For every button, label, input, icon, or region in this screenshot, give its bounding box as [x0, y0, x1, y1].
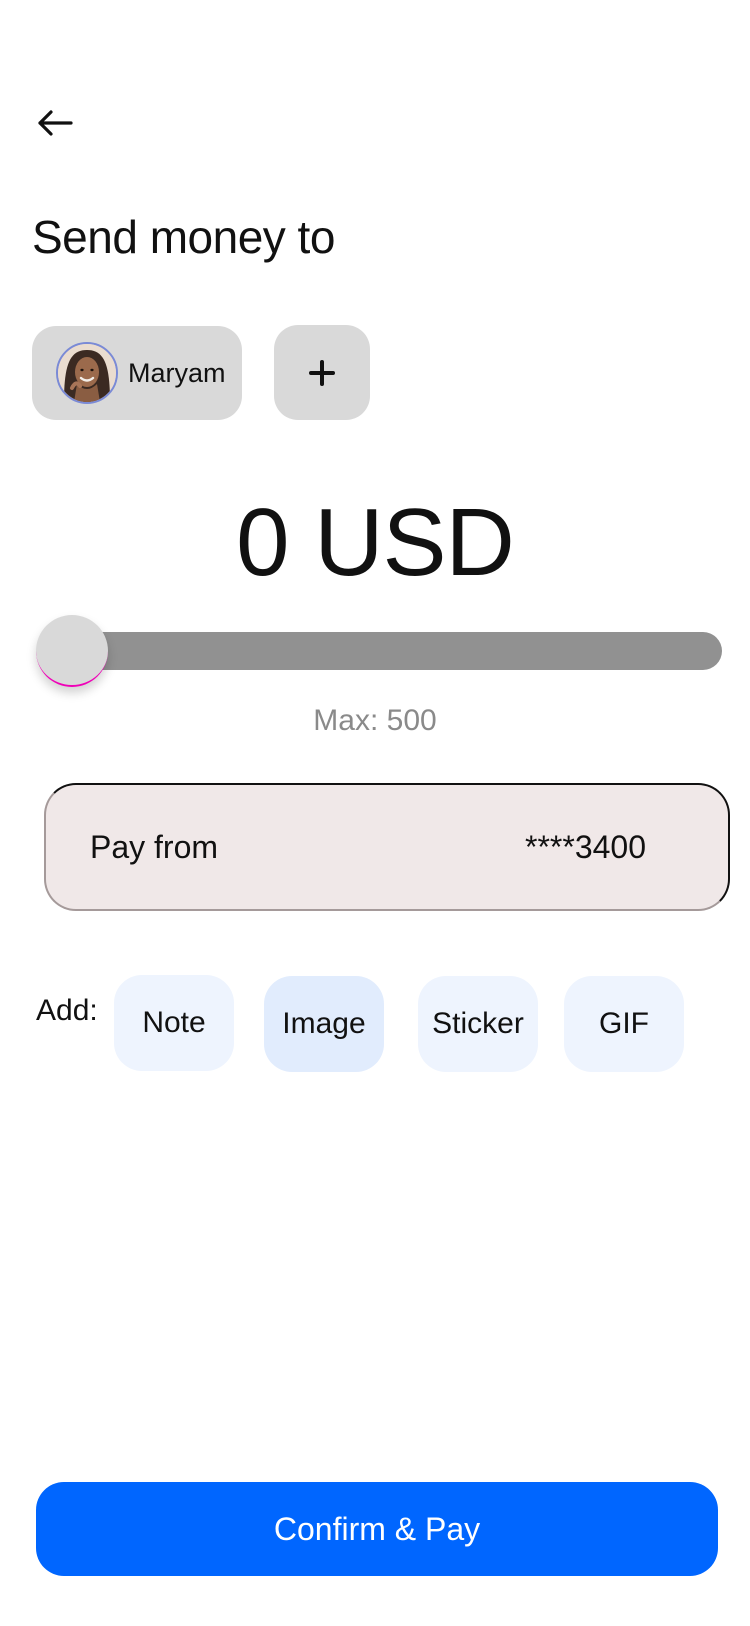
add-sticker-button[interactable]: Sticker	[418, 976, 538, 1072]
add-recipient-button[interactable]	[274, 325, 370, 420]
add-gif-button[interactable]: GIF	[564, 976, 684, 1072]
add-image-label: Image	[282, 1007, 366, 1040]
plus-icon	[309, 359, 335, 386]
add-image-button[interactable]: Image	[264, 976, 384, 1072]
back-button[interactable]	[30, 98, 80, 148]
slider-max-label: Max: 500	[313, 704, 437, 737]
add-sticker-label: Sticker	[432, 1007, 524, 1040]
pay-from-label: Pay from	[90, 829, 219, 865]
add-gif-label: GIF	[599, 1007, 649, 1040]
pay-from-card-number: ****3400	[525, 829, 646, 865]
add-note-label: Note	[142, 1006, 206, 1039]
amount-slider-track[interactable]	[70, 632, 722, 670]
confirm-pay-button[interactable]: Confirm & Pay	[36, 1482, 718, 1576]
page-title: Send money to	[32, 211, 335, 263]
recipient-name: Maryam	[128, 357, 226, 388]
send-money-screen: Send money to Maryam 0 USD Max: 500 Pay …	[0, 0, 750, 1626]
avatar	[56, 342, 118, 404]
arrow-left-icon	[38, 110, 73, 136]
amount-display: 0 USD	[236, 489, 515, 596]
add-attachment-label: Add:	[36, 994, 98, 1027]
confirm-pay-label: Confirm & Pay	[273, 1510, 481, 1547]
pay-from-selector[interactable]: Pay from ****3400	[44, 783, 730, 911]
add-note-button[interactable]: Note	[114, 975, 234, 1071]
amount-slider-thumb[interactable]	[36, 615, 108, 687]
recipient-chip-maryam[interactable]: Maryam	[32, 326, 242, 420]
